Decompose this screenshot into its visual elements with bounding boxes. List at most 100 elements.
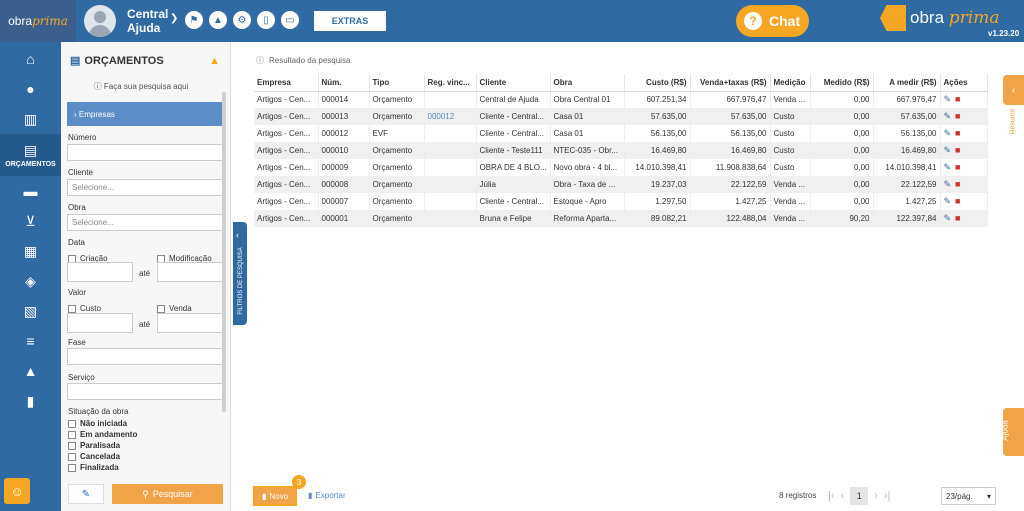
table-row[interactable]: Artigos - Cen... 000009 Orçamento OBRA DE 4… (254, 159, 988, 176)
situacao-checkbox[interactable]: Paralisada (68, 441, 120, 450)
resumo-tab[interactable]: ‹ (1003, 75, 1024, 105)
next-page-icon[interactable]: › (874, 490, 878, 502)
column-header[interactable]: Obra (550, 74, 625, 92)
table-cell (424, 125, 477, 142)
document-icon[interactable]: ▮ (0, 386, 61, 416)
table-cell[interactable]: 000012 (424, 108, 477, 125)
building-icon[interactable]: ▥ (0, 104, 61, 134)
extras-button[interactable]: EXTRAS (314, 11, 386, 31)
mobile-icon[interactable]: ▯ (257, 11, 275, 29)
edit-icon[interactable]: ✎ (944, 179, 952, 189)
box-icon[interactable]: ◈ (0, 266, 61, 296)
graduation-cap-icon[interactable]: ▲ (209, 55, 220, 67)
flag-icon[interactable]: ⚑ (185, 11, 203, 29)
column-header[interactable]: Cliente (476, 74, 551, 92)
clear-filters-button[interactable]: ✎ (68, 484, 104, 504)
column-header[interactable]: A medir (R$) (873, 74, 941, 92)
column-header[interactable]: Empresa (254, 74, 319, 92)
collapse-filters-tab[interactable]: ‹ FILTROS DE PESQUISA (233, 222, 247, 325)
prev-page-icon[interactable]: ‹ (841, 490, 845, 502)
gear-icon[interactable]: ⚙ (233, 11, 251, 29)
cart-icon[interactable]: ⊻ (0, 206, 61, 236)
table-row[interactable]: Artigos - Cen... 000008 Orçamento Júlia Obra… (254, 176, 988, 193)
brand-logo: obra prima (880, 5, 999, 31)
user-icon[interactable]: ● (0, 74, 61, 104)
export-button[interactable]: ▮ Exportar (308, 491, 346, 500)
valor-to-field[interactable] (157, 313, 223, 333)
table-row[interactable]: Artigos - Cen... 000001 Orçamento Bruna e F… (254, 210, 988, 227)
table-cell: Orçamento (369, 176, 425, 193)
column-header[interactable]: Medição (770, 74, 811, 92)
numero-field[interactable] (67, 144, 223, 161)
table-row[interactable]: Artigos - Cen... 000013 Orçamento 000012 Cli… (254, 108, 988, 125)
servico-field[interactable] (67, 383, 223, 400)
new-button[interactable]: ▮ Novo (253, 486, 297, 506)
date-to-field[interactable] (157, 262, 223, 282)
cliente-label: Cliente (68, 168, 93, 177)
column-header[interactable]: Medido (R$) (810, 74, 874, 92)
calculator-icon[interactable]: ▦ (0, 236, 61, 266)
edit-icon[interactable]: ✎ (944, 162, 952, 172)
trash-icon[interactable]: ■ (955, 179, 960, 189)
situacao-checkbox[interactable]: Finalizada (68, 463, 119, 472)
home-icon[interactable]: ⌂ (0, 44, 61, 74)
table-cell: 1.427,25 (873, 193, 941, 210)
date-from-field[interactable] (67, 262, 133, 282)
page-size-select[interactable]: 23/pág. ▾ (941, 487, 996, 505)
search-button[interactable]: ⚲ Pesquisar (112, 484, 223, 504)
column-header[interactable]: Tipo (369, 74, 425, 92)
trash-icon[interactable]: ■ (955, 111, 960, 121)
edit-icon[interactable]: ✎ (944, 213, 952, 223)
trash-icon[interactable]: ■ (955, 162, 960, 172)
avatar[interactable] (84, 5, 116, 37)
chart-icon[interactable]: ▲ (0, 356, 61, 386)
nav-orcamentos[interactable]: ▤ ORÇAMENTOS (0, 134, 61, 176)
column-header[interactable]: Reg. vinc... (424, 74, 477, 92)
document-check-icon[interactable]: ▧ (0, 296, 61, 326)
trash-icon[interactable]: ■ (955, 94, 960, 104)
venda-checkbox[interactable]: Venda (157, 304, 192, 313)
monitor-icon[interactable]: ▭ (281, 11, 299, 29)
graduation-cap-icon[interactable]: ▲ (209, 11, 227, 29)
edit-icon[interactable]: ✎ (944, 94, 952, 104)
situacao-checkbox[interactable]: Cancelada (68, 452, 120, 461)
company-selector[interactable]: Central Ajuda (127, 7, 168, 35)
chat-button[interactable]: ? Chat (736, 5, 809, 37)
custo-checkbox[interactable]: Custo (68, 304, 101, 313)
list-check-icon[interactable]: ≡ (0, 326, 61, 356)
table-row[interactable]: Artigos - Cen... 000007 Orçamento Cliente -… (254, 193, 988, 210)
situacao-checkbox[interactable]: Não iniciada (68, 419, 127, 428)
fase-field[interactable] (67, 348, 223, 365)
chevron-down-icon[interactable]: ❯ (170, 13, 178, 24)
trash-icon[interactable]: ■ (955, 145, 960, 155)
last-page-icon[interactable]: ›| (884, 490, 891, 502)
filter-scrollbar[interactable] (222, 92, 226, 412)
truck-icon[interactable]: ▬ (0, 176, 61, 206)
ajuda-tab[interactable]: Ajuda (1001, 408, 1024, 456)
table-cell: 57.635,00 (624, 108, 691, 125)
table-cell: Central de Ajuda (476, 91, 551, 108)
table-row[interactable]: Artigos - Cen... 000012 EVF Cliente - Centr… (254, 125, 988, 142)
trash-icon[interactable]: ■ (955, 128, 960, 138)
support-chat-icon[interactable]: ☺ (4, 478, 30, 504)
valor-from-field[interactable] (67, 313, 133, 333)
table-row[interactable]: Artigos - Cen... 000014 Orçamento Central d… (254, 91, 988, 108)
empresas-toggle[interactable]: › Empresas (67, 102, 223, 126)
obra-select[interactable]: Selecione... (67, 214, 223, 231)
cliente-select[interactable]: Selecione... (67, 179, 223, 196)
first-page-icon[interactable]: |‹ (828, 490, 835, 502)
table-cell: 1.427,25 (690, 193, 771, 210)
trash-icon[interactable]: ■ (955, 196, 960, 206)
edit-icon[interactable]: ✎ (944, 128, 952, 138)
edit-icon[interactable]: ✎ (944, 145, 952, 155)
trash-icon[interactable]: ■ (955, 213, 960, 223)
edit-icon[interactable]: ✎ (944, 196, 952, 206)
page-current[interactable]: 1 (850, 487, 869, 505)
situacao-checkbox[interactable]: Em andamento (68, 430, 137, 439)
column-header[interactable]: Custo (R$) (624, 74, 691, 92)
edit-icon[interactable]: ✎ (944, 111, 952, 121)
column-header[interactable]: Venda+taxas (R$) (690, 74, 771, 92)
table-row[interactable]: Artigos - Cen... 000010 Orçamento Cliente -… (254, 142, 988, 159)
column-header[interactable]: Núm. (318, 74, 370, 92)
app-logo[interactable]: obraprima (0, 0, 76, 42)
